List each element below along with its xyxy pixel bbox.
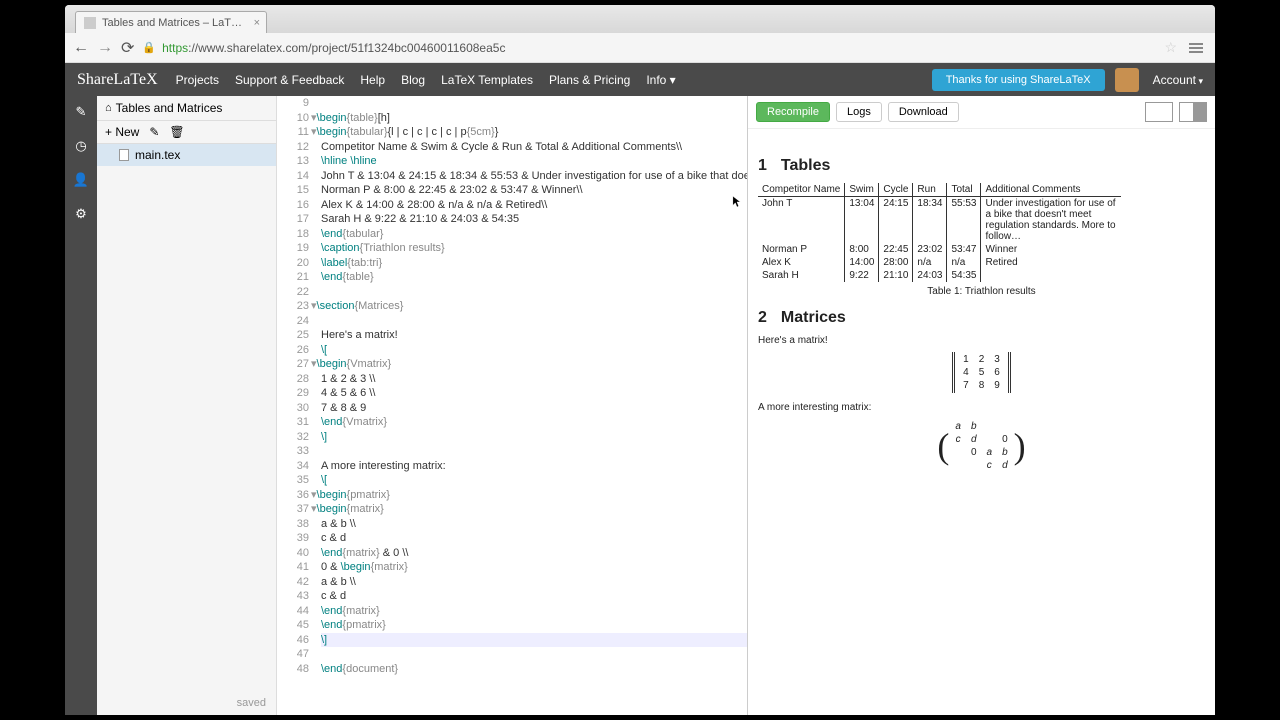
vmatrix: 123456789 xyxy=(758,352,1205,396)
section-heading: 1Tables xyxy=(758,157,1205,175)
url-path: ://www.sharelatex.com/project/51f1324bc0… xyxy=(188,41,505,55)
pdf-output: 1Tables Competitor NameSwimCycleRunTotal… xyxy=(748,129,1215,715)
browser-tabbar: Tables and Matrices – LaT… × xyxy=(65,5,1215,33)
project-title[interactable]: ⌂ Tables and Matrices xyxy=(97,96,276,121)
layout-full-icon[interactable] xyxy=(1145,102,1173,122)
close-icon[interactable]: × xyxy=(254,17,260,29)
saved-status: saved xyxy=(97,691,276,715)
bookmark-icon[interactable]: ☆ xyxy=(1164,39,1177,56)
lock-icon: 🔒 xyxy=(142,41,156,54)
forward-icon[interactable]: → xyxy=(97,39,113,57)
nav-link[interactable]: Info ▾ xyxy=(646,73,675,87)
tab-title: Tables and Matrices – LaT… xyxy=(102,17,242,29)
nav-link[interactable]: Plans & Pricing xyxy=(549,73,630,87)
account-menu[interactable]: Account xyxy=(1153,73,1203,87)
file-sidebar: ⌂ Tables and Matrices + New ✎ 🗑 main.tex… xyxy=(97,96,277,715)
nav-link[interactable]: Help xyxy=(360,73,385,87)
nav-link[interactable]: Support & Feedback xyxy=(235,73,344,87)
file-item[interactable]: main.tex xyxy=(97,144,276,166)
line-gutter: 9101112131415161718192021222324252627282… xyxy=(277,96,315,676)
layout-split-icon[interactable] xyxy=(1179,102,1207,122)
download-button[interactable]: Download xyxy=(888,102,959,122)
favicon-icon xyxy=(84,17,96,29)
section-heading: 2Matrices xyxy=(758,309,1205,327)
share-icon[interactable]: 👤 xyxy=(73,172,89,188)
nav-link[interactable]: Blog xyxy=(401,73,425,87)
project-name: Tables and Matrices xyxy=(116,101,223,115)
edit-icon[interactable]: ✎ xyxy=(76,104,87,120)
app-header: ShareLaTeX Projects Support & Feedback Hel… xyxy=(65,63,1215,96)
recompile-button[interactable]: Recompile xyxy=(756,102,830,122)
menu-icon[interactable] xyxy=(1185,39,1207,57)
logs-button[interactable]: Logs xyxy=(836,102,882,122)
logo[interactable]: ShareLaTeX xyxy=(77,71,158,89)
settings-icon[interactable]: ⚙ xyxy=(75,206,87,222)
nav-links: Projects Support & Feedback Help Blog LaTeX … xyxy=(176,73,676,87)
triathlon-table: Competitor NameSwimCycleRunTotalAddition… xyxy=(758,183,1121,282)
delete-icon[interactable]: 🗑 xyxy=(169,125,184,139)
matrix-intro: Here's a matrix! xyxy=(758,335,1205,346)
file-icon xyxy=(119,149,129,161)
rename-icon[interactable]: ✎ xyxy=(149,125,159,139)
code-editor[interactable]: 9101112131415161718192021222324252627282… xyxy=(277,96,747,715)
history-icon[interactable]: ◷ xyxy=(75,138,86,154)
nav-link[interactable]: LaTeX Templates xyxy=(441,73,533,87)
nav-link[interactable]: Projects xyxy=(176,73,219,87)
back-icon[interactable]: ← xyxy=(73,39,89,57)
url-scheme: https xyxy=(162,41,188,55)
preview-pane: Recompile Logs Download 1Tables Competit… xyxy=(747,96,1215,715)
avatar[interactable] xyxy=(1115,68,1139,92)
code-content[interactable]: ▾\begin{table}[h]▾\begin{tabular}{l | c … xyxy=(321,96,747,676)
new-button[interactable]: + New xyxy=(105,125,139,139)
file-name: main.tex xyxy=(135,148,180,162)
address-bar: ← → ⟳ 🔒 https://www.sharelatex.com/proje… xyxy=(65,33,1215,63)
browser-tab[interactable]: Tables and Matrices – LaT… × xyxy=(75,11,267,33)
thanks-banner[interactable]: Thanks for using ShareLaTeX xyxy=(932,69,1105,91)
url-field[interactable]: 🔒 https://www.sharelatex.com/project/51f… xyxy=(142,41,1156,55)
icon-sidebar: ✎ ◷ 👤 ⚙ xyxy=(65,96,97,715)
pmatrix: abcd00abcd xyxy=(758,419,1205,473)
home-icon: ⌂ xyxy=(105,102,112,114)
matrix-intro2: A more interesting matrix: xyxy=(758,402,1205,413)
reload-icon[interactable]: ⟳ xyxy=(121,38,134,58)
table-caption: Table 1: Triathlon results xyxy=(758,286,1205,297)
